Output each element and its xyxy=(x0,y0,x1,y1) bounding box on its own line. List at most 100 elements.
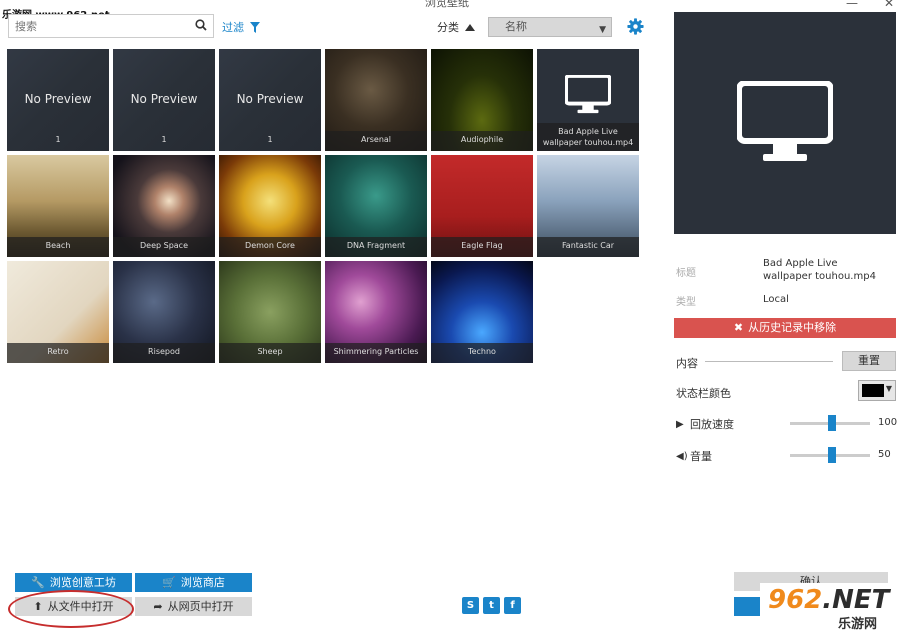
search-box xyxy=(8,14,214,38)
wrench-icon: 🔧 xyxy=(31,576,45,589)
reset-button[interactable]: 重置 xyxy=(842,351,896,371)
wallpaper-tile[interactable]: Audiophile xyxy=(431,49,533,151)
volume-row: ◀) 音量 xyxy=(676,448,712,464)
wallpaper-caption: Deep Space xyxy=(113,237,215,257)
wallpaper-no-preview-text: No Preview xyxy=(24,92,92,106)
wallpaper-caption: Techno xyxy=(431,343,533,363)
chevron-down-icon: ▼ xyxy=(885,384,892,393)
statusbar-color-label: 状态栏颜色 xyxy=(676,387,731,400)
wallpaper-caption: 1 xyxy=(55,135,61,144)
wallpaper-caption: Demon Core xyxy=(219,237,321,257)
annotation-highlight-ellipse xyxy=(8,590,134,628)
gear-icon[interactable] xyxy=(627,18,644,35)
open-from-web-button[interactable]: ➦ 从网页中打开 xyxy=(135,597,252,616)
wallpaper-caption: Sheep xyxy=(219,343,321,363)
filter-label: 过滤 xyxy=(222,21,244,34)
wallpaper-tile[interactable]: Bad Apple Live wallpaper touhou.mp4 xyxy=(537,49,639,151)
wallpaper-no-preview-text: No Preview xyxy=(236,92,304,106)
open-from-web-label: 从网页中打开 xyxy=(167,600,234,613)
watermark-text: 乐游网 xyxy=(838,617,878,632)
monitor-icon xyxy=(565,75,611,114)
sort-dropdown[interactable]: 名称 ▼ xyxy=(488,17,612,37)
wallpaper-caption: DNA Fragment xyxy=(325,237,427,257)
play-icon: ▶ xyxy=(676,418,684,430)
browse-store-label: 浏览商店 xyxy=(180,576,225,589)
wallpaper-preview xyxy=(674,12,896,234)
playback-speed-value: 100 xyxy=(878,417,898,428)
wallpaper-tile[interactable]: Retro xyxy=(7,261,109,363)
wallpaper-tile[interactable]: Beach xyxy=(7,155,109,257)
wallpaper-tile[interactable]: No Preview 1 xyxy=(113,49,215,151)
window-title: 浏览壁纸 xyxy=(425,0,469,9)
sort-dropdown-value: 名称 xyxy=(505,20,527,33)
cart-icon: 🛒 xyxy=(162,576,176,589)
color-swatch xyxy=(862,384,884,397)
playback-speed-label: 回放速度 xyxy=(690,418,734,431)
wallpaper-grid: No Preview 1 No Preview 1 No Preview 1 Arsenal… xyxy=(7,49,639,363)
title-value: Bad Apple Live wallpaper touhou.mp4 xyxy=(763,258,876,282)
wallpaper-caption: Audiophile xyxy=(431,131,533,151)
wallpaper-tile[interactable]: Demon Core xyxy=(219,155,321,257)
wallpaper-tile[interactable]: Risepod xyxy=(113,261,215,363)
wallpaper-caption: 1 xyxy=(161,135,167,144)
wallpaper-caption: Arsenal xyxy=(325,131,427,151)
playback-speed-row: ▶ 回放速度 xyxy=(676,416,734,432)
wallpaper-no-preview-text: No Preview xyxy=(130,92,198,106)
wallpaper-tile[interactable]: Shimmering Particles xyxy=(325,261,427,363)
close-button[interactable]: ✕ xyxy=(884,0,894,10)
chevron-down-icon: ▼ xyxy=(599,25,606,35)
wallpaper-caption: Retro xyxy=(7,343,109,363)
facebook-icon[interactable]: f xyxy=(504,597,521,614)
wallpaper-caption: Shimmering Particles xyxy=(325,343,427,363)
content-divider xyxy=(705,361,833,362)
wallpaper-tile[interactable]: Eagle Flag xyxy=(431,155,533,257)
browse-store-button[interactable]: 🛒 浏览商店 xyxy=(135,573,252,592)
remove-from-history-label: 从历史记录中移除 xyxy=(748,321,837,334)
wallpaper-caption: Bad Apple Live wallpaper touhou.mp4 xyxy=(537,123,639,151)
playback-speed-slider[interactable] xyxy=(790,415,870,431)
playback-speed-thumb[interactable] xyxy=(828,415,836,431)
wallpaper-caption: Beach xyxy=(7,237,109,257)
window-controls: — ✕ xyxy=(846,0,894,10)
social-links: S t f xyxy=(462,597,521,614)
wallpaper-tile[interactable]: No Preview 1 xyxy=(219,49,321,151)
wallpaper-tile[interactable]: DNA Fragment xyxy=(325,155,427,257)
search-input[interactable] xyxy=(9,15,189,37)
sort-ascending-icon[interactable] xyxy=(465,23,475,31)
monitor-icon xyxy=(737,81,833,161)
volume-value: 50 xyxy=(878,449,891,460)
statusbar-color-picker[interactable]: ▼ xyxy=(858,380,896,401)
type-label: 类型 xyxy=(676,297,696,308)
speaker-icon: ◀) xyxy=(676,450,688,462)
content-label: 内容 xyxy=(676,357,698,370)
watermark-logo: 962.NET xyxy=(768,585,890,615)
wallpaper-tile[interactable]: Sheep xyxy=(219,261,321,363)
share-arrow-icon: ➦ xyxy=(153,600,163,613)
watermark-bottom-right: 962.NET 乐游网 xyxy=(760,583,900,633)
browse-workshop-label: 浏览创意工坊 xyxy=(49,576,116,589)
close-icon: ✖ xyxy=(733,321,744,334)
wallpaper-tile[interactable]: Deep Space xyxy=(113,155,215,257)
wallpaper-tile[interactable]: Techno xyxy=(431,261,533,363)
steam-icon[interactable]: S xyxy=(462,597,479,614)
search-icon[interactable] xyxy=(195,19,207,31)
wallpaper-tile[interactable]: Arsenal xyxy=(325,49,427,151)
wallpaper-tile[interactable]: No Preview 1 xyxy=(7,49,109,151)
volume-thumb[interactable] xyxy=(828,447,836,463)
remove-from-history-button[interactable]: ✖ 从历史记录中移除 xyxy=(674,318,896,338)
wallpaper-tile[interactable]: Fantastic Car xyxy=(537,155,639,257)
type-value: Local xyxy=(763,294,789,305)
volume-slider[interactable] xyxy=(790,447,870,463)
minimize-button[interactable]: — xyxy=(846,0,858,10)
wallpaper-caption: 1 xyxy=(267,135,273,144)
volume-label: 音量 xyxy=(690,450,712,463)
sort-control[interactable]: 分类 xyxy=(437,19,475,35)
title-label: 标题 xyxy=(676,268,696,279)
sort-label: 分类 xyxy=(437,21,459,34)
twitter-icon[interactable]: t xyxy=(483,597,500,614)
wallpaper-caption: Fantastic Car xyxy=(537,237,639,257)
funnel-icon xyxy=(250,21,260,33)
wallpaper-caption: Risepod xyxy=(113,343,215,363)
wallpaper-caption: Eagle Flag xyxy=(431,237,533,257)
filter-button[interactable]: 过滤 xyxy=(222,19,260,35)
